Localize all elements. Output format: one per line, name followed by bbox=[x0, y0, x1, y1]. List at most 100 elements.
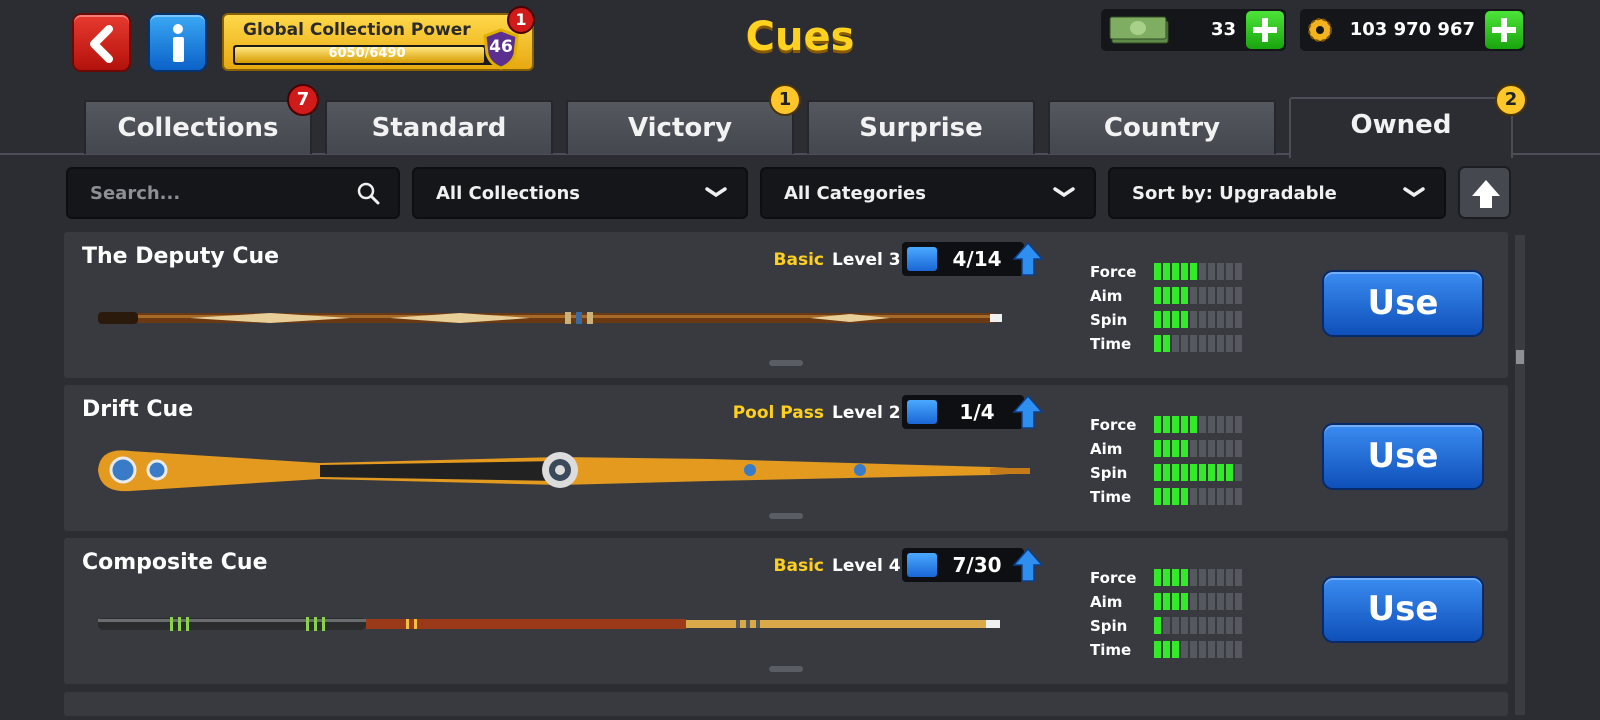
cues-screen: Global Collection Power 6050/6490 46 1 C… bbox=[0, 0, 1600, 720]
spin-stat-bar bbox=[1154, 464, 1242, 481]
cue-rarity: Pool Pass bbox=[732, 403, 824, 423]
upgrade-arrow-icon[interactable] bbox=[1012, 546, 1044, 584]
stat-segment bbox=[1190, 488, 1197, 505]
search-input[interactable]: Search... bbox=[66, 167, 400, 219]
arrow-up-icon bbox=[1472, 180, 1500, 208]
stat-segment bbox=[1163, 641, 1170, 658]
stat-segment bbox=[1199, 416, 1206, 433]
stat-segment bbox=[1217, 488, 1224, 505]
scrollbar-thumb[interactable] bbox=[1516, 350, 1524, 364]
stat-segment bbox=[1226, 488, 1233, 505]
collections-dropdown[interactable]: All Collections bbox=[412, 167, 748, 219]
stat-segment bbox=[1199, 440, 1206, 457]
card-expand-handle[interactable] bbox=[769, 666, 803, 672]
stat-segment bbox=[1181, 569, 1188, 586]
stat-segment bbox=[1199, 593, 1206, 610]
scrollbar[interactable] bbox=[1515, 235, 1525, 715]
cue-level: Level 2 bbox=[832, 403, 901, 423]
stat-label: Force bbox=[1090, 569, 1137, 587]
card-expand-handle[interactable] bbox=[769, 360, 803, 366]
time-stat-bar bbox=[1154, 641, 1242, 658]
gcp-level: 46 bbox=[489, 37, 513, 57]
stat-segment bbox=[1208, 335, 1215, 352]
global-collection-power[interactable]: Global Collection Power 6050/6490 46 bbox=[222, 13, 534, 71]
stat-segment bbox=[1181, 263, 1188, 280]
stat-segment bbox=[1208, 569, 1215, 586]
stat-segment bbox=[1172, 569, 1179, 586]
upgrade-arrow-icon[interactable] bbox=[1012, 393, 1044, 431]
sort-direction-button[interactable] bbox=[1458, 166, 1511, 219]
tab-owned[interactable]: Owned bbox=[1289, 97, 1513, 158]
stat-label: Time bbox=[1090, 641, 1132, 659]
cue-card[interactable]: The Deputy Cue Basic Level 3 4/14 Force … bbox=[64, 232, 1508, 378]
stat-segment bbox=[1154, 617, 1161, 634]
back-button[interactable] bbox=[72, 13, 131, 72]
use-button-label: Use bbox=[1367, 283, 1439, 323]
stat-segment bbox=[1235, 464, 1242, 481]
force-stat-bar bbox=[1154, 416, 1242, 433]
plus-icon bbox=[1492, 18, 1516, 42]
stat-segment bbox=[1217, 440, 1224, 457]
stat-segment bbox=[1199, 569, 1206, 586]
tab-victory[interactable]: Victory bbox=[566, 100, 794, 154]
stat-segment bbox=[1208, 287, 1215, 304]
plus-icon bbox=[1253, 18, 1277, 42]
stat-segment bbox=[1226, 287, 1233, 304]
tab-collections[interactable]: Collections bbox=[84, 100, 312, 154]
aim-stat-bar bbox=[1154, 287, 1242, 304]
time-stat-bar bbox=[1154, 488, 1242, 505]
card-expand-handle[interactable] bbox=[769, 513, 803, 519]
stat-segment bbox=[1172, 617, 1179, 634]
stat-segment bbox=[1217, 416, 1224, 433]
stat-segment bbox=[1163, 617, 1170, 634]
gcp-badge: 1 bbox=[507, 6, 535, 34]
cash-value: 33 bbox=[1210, 19, 1236, 40]
info-button[interactable] bbox=[148, 13, 207, 72]
stat-segment bbox=[1226, 617, 1233, 634]
aim-stat-bar bbox=[1154, 440, 1242, 457]
tab-label: Victory bbox=[627, 113, 733, 143]
stat-segment bbox=[1172, 593, 1179, 610]
upgrade-arrow-icon[interactable] bbox=[1012, 240, 1044, 278]
tab-country[interactable]: Country bbox=[1048, 100, 1276, 154]
tab-standard[interactable]: Standard bbox=[325, 100, 553, 154]
stat-segment bbox=[1208, 440, 1215, 457]
collections-dropdown-value: All Collections bbox=[436, 183, 580, 204]
upgrade-progress: 1/4 bbox=[902, 395, 1024, 429]
chevron-down-icon bbox=[1053, 187, 1075, 198]
stat-segment bbox=[1199, 488, 1206, 505]
chevron-down-icon bbox=[705, 187, 727, 198]
level-shield-icon: 46 bbox=[482, 28, 520, 70]
use-button[interactable]: Use bbox=[1322, 576, 1484, 643]
chevron-down-icon bbox=[1403, 187, 1425, 198]
stat-segment bbox=[1226, 593, 1233, 610]
categories-dropdown[interactable]: All Categories bbox=[760, 167, 1096, 219]
coin-counter: 103 970 967 bbox=[1300, 9, 1525, 51]
cue-card-partial[interactable] bbox=[64, 692, 1508, 716]
cue-image bbox=[98, 450, 1030, 492]
stat-segment bbox=[1190, 617, 1197, 634]
cue-rarity: Basic bbox=[773, 250, 824, 270]
upgrade-progress: 7/30 bbox=[902, 548, 1024, 582]
tab-surprise[interactable]: Surprise bbox=[807, 100, 1035, 154]
stat-segment bbox=[1163, 440, 1170, 457]
stat-segment bbox=[1190, 416, 1197, 433]
add-cash-button[interactable] bbox=[1246, 11, 1284, 49]
add-coins-button[interactable] bbox=[1485, 11, 1523, 49]
cue-card[interactable]: Drift Cue Pool Pass Level 2 1/4 Force Ai… bbox=[64, 385, 1508, 531]
use-button[interactable]: Use bbox=[1322, 423, 1484, 490]
upgrade-cell bbox=[907, 247, 937, 271]
sort-dropdown[interactable]: Sort by: Upgradable bbox=[1108, 167, 1446, 219]
use-button[interactable]: Use bbox=[1322, 270, 1484, 337]
stat-segment bbox=[1235, 440, 1242, 457]
stat-segment bbox=[1181, 464, 1188, 481]
aim-stat-bar bbox=[1154, 593, 1242, 610]
page-title: Cues bbox=[745, 14, 855, 60]
search-icon bbox=[357, 182, 380, 205]
stat-segment bbox=[1217, 641, 1224, 658]
stat-segment bbox=[1163, 416, 1170, 433]
cue-card[interactable]: Composite Cue Basic Level 4 7/30 Force A… bbox=[64, 538, 1508, 684]
stat-label: Aim bbox=[1090, 287, 1123, 305]
stat-label: Force bbox=[1090, 416, 1137, 434]
stat-label: Aim bbox=[1090, 593, 1123, 611]
